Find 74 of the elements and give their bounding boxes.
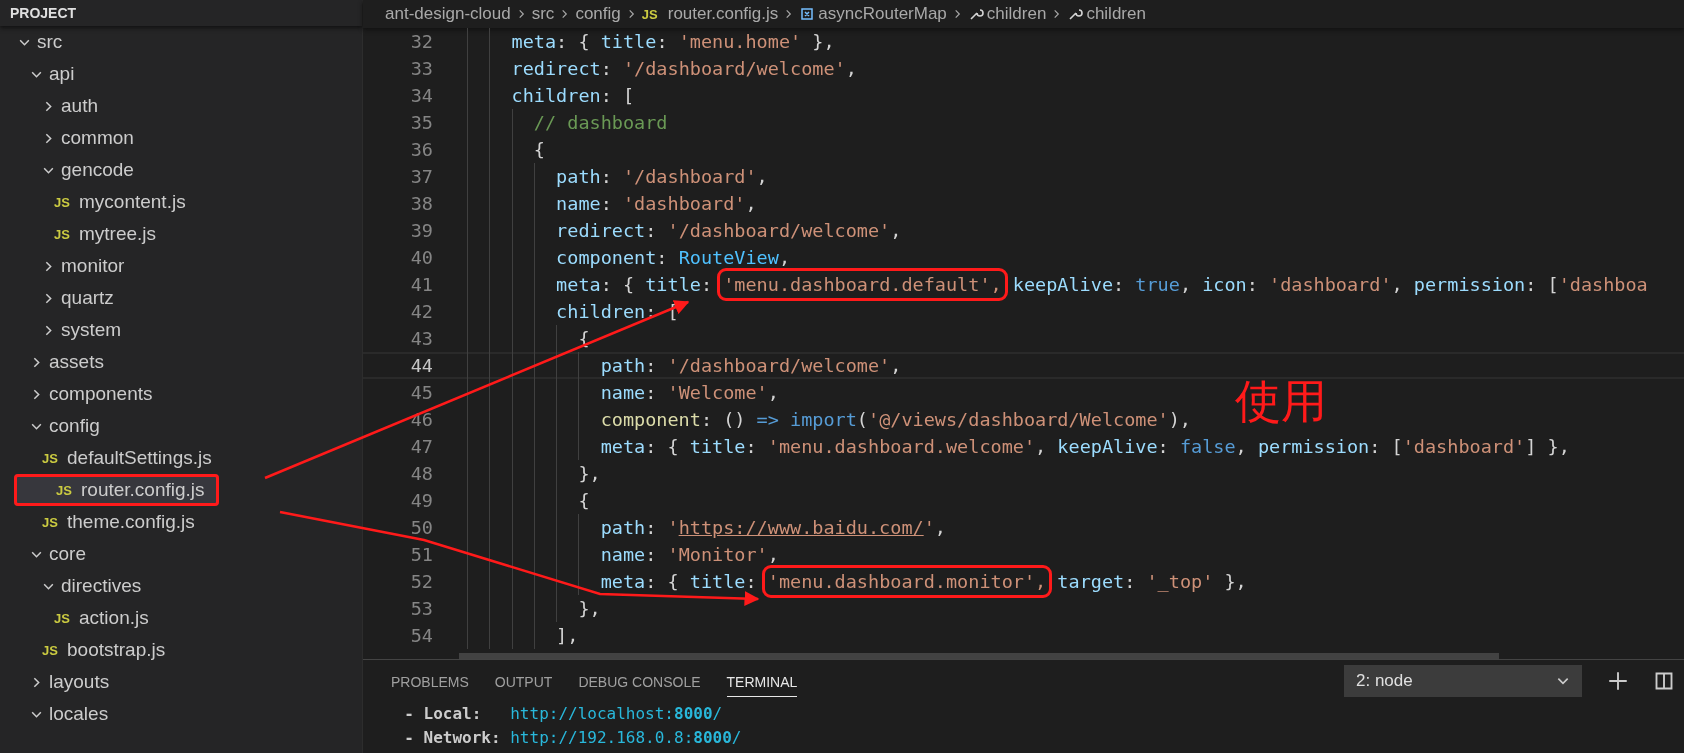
line-number: 53 — [409, 598, 434, 619]
line-number: 45 — [409, 382, 434, 403]
breadcrumb-item[interactable]: JS router.config.js — [641, 4, 779, 24]
folder-item[interactable]: directives — [0, 570, 362, 602]
terminal-dropdown[interactable]: 2: node — [1344, 665, 1582, 697]
line-number: 34 — [409, 85, 434, 106]
panel-tab[interactable]: TERMINAL — [726, 665, 798, 697]
terminal-line: - Network: http://192.168.0.8:8000/ — [403, 727, 743, 749]
breadcrumb-item[interactable]: asyncRouterMap — [799, 4, 947, 24]
js-file-icon: JS — [56, 482, 75, 498]
breadcrumb-item[interactable]: children — [1067, 4, 1146, 24]
folder-item[interactable]: assets — [0, 346, 362, 378]
breadcrumb-item[interactable]: ant-design-cloud — [385, 4, 511, 24]
line-number: 37 — [409, 166, 434, 187]
wrench-icon — [1067, 6, 1084, 22]
file-item[interactable]: JS mytree.js — [0, 218, 362, 250]
chevron-right-icon — [560, 8, 570, 20]
panel-tab[interactable]: OUTPUT — [494, 665, 553, 697]
chevron-right-icon — [784, 8, 794, 20]
breadcrumb-item[interactable]: children — [967, 4, 1047, 24]
folder-item[interactable]: src — [0, 26, 362, 58]
line-number: 36 — [409, 139, 434, 160]
line-number: 47 — [409, 436, 434, 457]
js-file-icon: JS — [42, 642, 61, 658]
folder-item[interactable]: components — [0, 378, 362, 410]
panel-tab[interactable]: PROBLEMS — [391, 665, 469, 697]
line-number: 51 — [409, 544, 434, 565]
line-number: 48 — [409, 463, 434, 484]
js-file-icon: JS — [42, 450, 61, 466]
line-number: 35 — [409, 112, 434, 133]
folder-item[interactable]: system — [0, 314, 362, 346]
split-icon[interactable] — [1654, 671, 1674, 691]
folder-item[interactable]: common — [0, 122, 362, 154]
line-number: 38 — [409, 193, 434, 214]
folder-item[interactable]: core — [0, 538, 362, 570]
breadcrumb-item[interactable]: src — [531, 4, 555, 24]
folder-item[interactable]: monitor — [0, 250, 362, 282]
file-item[interactable]: JS action.js — [0, 602, 362, 634]
terminal-line: - Local: http://localhost:8000/ — [403, 703, 724, 725]
folder-item[interactable]: config — [0, 410, 362, 442]
js-file-icon: JS — [42, 514, 61, 530]
folder-item[interactable]: gencode — [0, 154, 362, 186]
line-number: 50 — [409, 517, 434, 538]
line-number: 44 — [409, 355, 434, 376]
line-number: 54 — [409, 625, 434, 646]
line-number: 43 — [409, 328, 434, 349]
folder-item[interactable]: quartz — [0, 282, 362, 314]
file-item[interactable]: JS defaultSettings.js — [0, 442, 362, 474]
js-file-icon: JS — [54, 610, 73, 626]
line-number: 42 — [409, 301, 434, 322]
folder-item[interactable]: locales — [0, 698, 362, 730]
sidebar-title: PROJECT — [0, 0, 362, 26]
variable-icon — [799, 6, 816, 22]
chevron-right-icon — [1052, 8, 1062, 20]
line-number: 39 — [409, 220, 434, 241]
file-item[interactable]: JS mycontent.js — [0, 186, 362, 218]
folder-item[interactable]: layouts — [0, 666, 362, 698]
js-file-icon: JS — [54, 226, 73, 242]
line-number: 32 — [409, 31, 434, 52]
line-number: 52 — [409, 571, 434, 592]
line-number: 40 — [409, 247, 434, 268]
breadcrumb-item[interactable]: config — [575, 4, 621, 24]
panel-tab[interactable]: DEBUG CONSOLE — [578, 665, 701, 697]
annotation-text: 使用 — [1235, 378, 1327, 424]
file-item[interactable]: JS bootstrap.js — [0, 634, 362, 666]
folder-item[interactable]: api — [0, 58, 362, 90]
plus-icon[interactable] — [1608, 671, 1628, 691]
line-number: 49 — [409, 490, 434, 511]
file-item[interactable]: JS router.config.js — [14, 474, 219, 506]
js-file-icon: JS — [54, 194, 73, 210]
line-number: 33 — [409, 58, 434, 79]
line-number: 41 — [409, 274, 434, 295]
file-item[interactable]: JS theme.config.js — [0, 506, 362, 538]
folder-item[interactable]: auth — [0, 90, 362, 122]
